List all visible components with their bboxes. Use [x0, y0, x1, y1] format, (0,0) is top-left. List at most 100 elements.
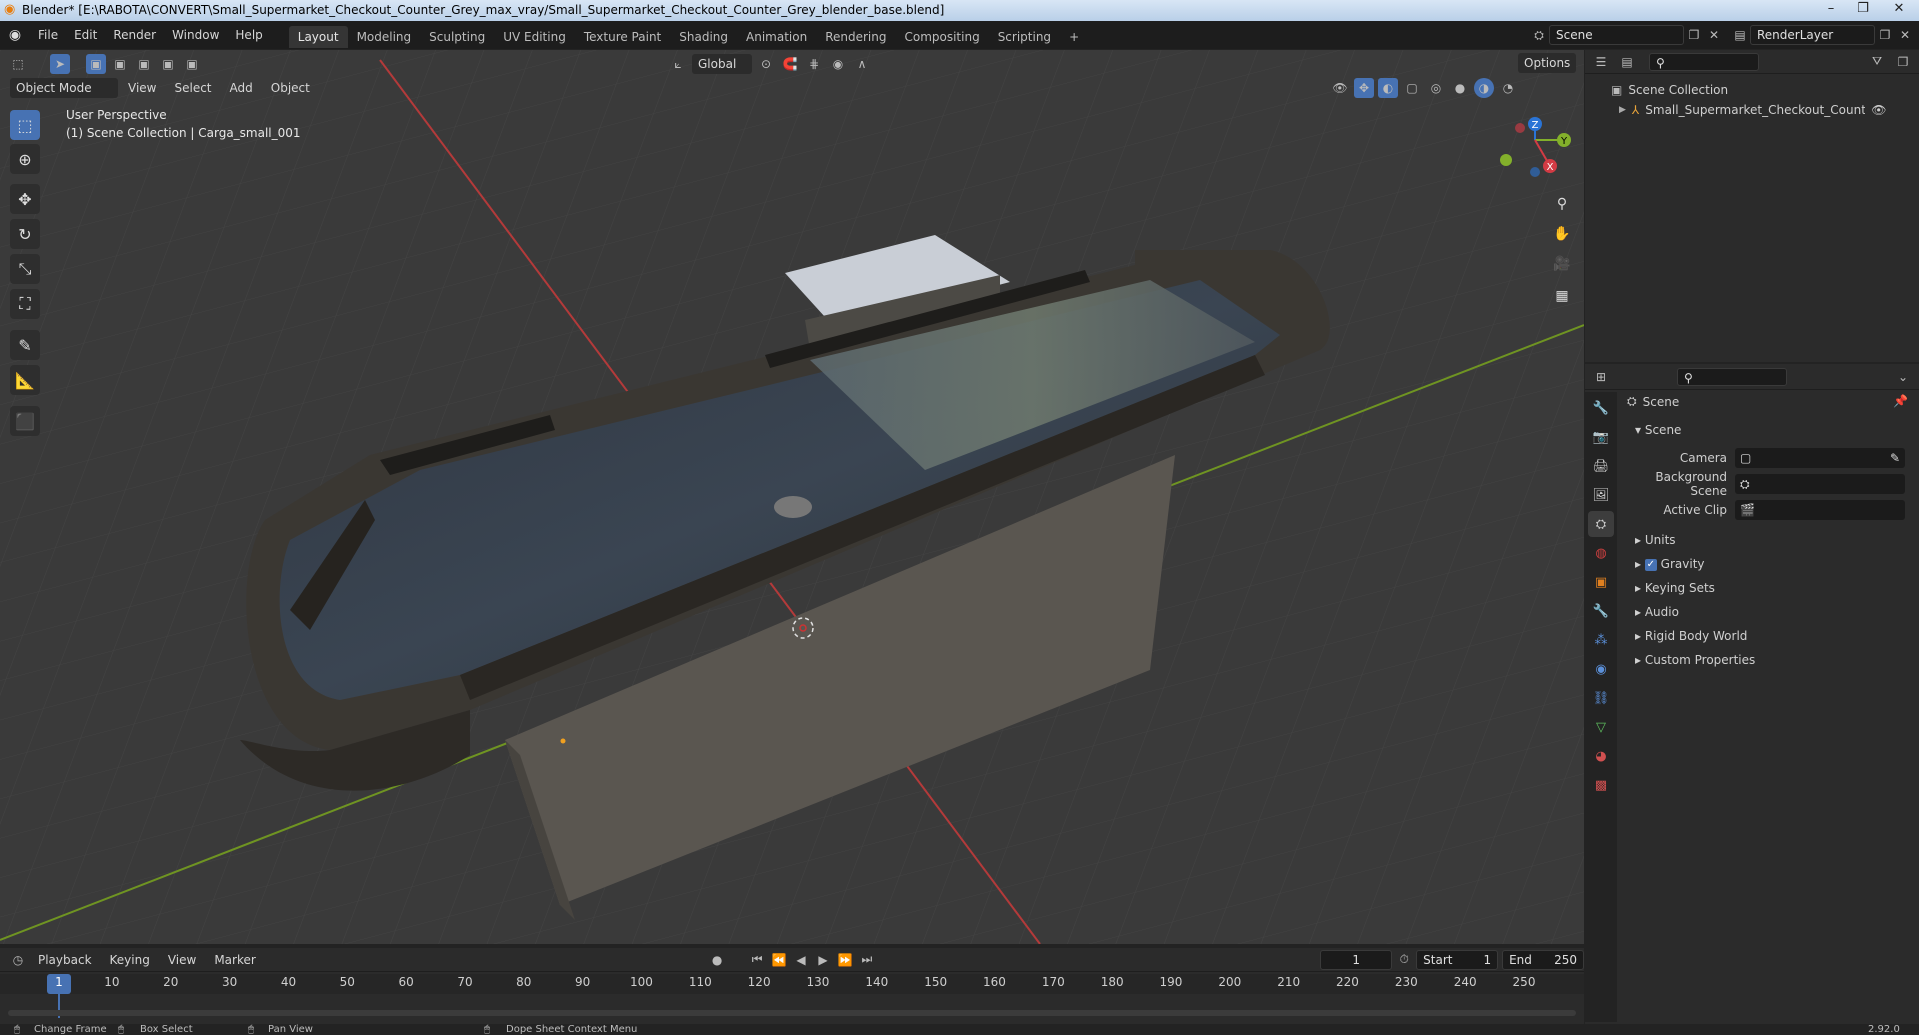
- properties-search-input[interactable]: ⚲: [1677, 367, 1787, 386]
- expand-arrow-icon[interactable]: ▶: [1619, 105, 1626, 115]
- render-layer-field[interactable]: RenderLayer: [1750, 25, 1875, 45]
- timeline-editor-icon[interactable]: ◷: [8, 950, 28, 970]
- scene-name-field[interactable]: Scene: [1549, 25, 1684, 45]
- tool-cursor[interactable]: ⊕: [10, 144, 40, 174]
- background-scene-field[interactable]: ⛭: [1735, 474, 1905, 494]
- tab-layout[interactable]: Layout: [288, 25, 348, 48]
- new-collection-icon[interactable]: ❐: [1893, 52, 1913, 72]
- gizmo-toggle-icon[interactable]: ✥: [1354, 78, 1374, 98]
- menu-file[interactable]: File: [30, 21, 66, 49]
- material-tab-icon[interactable]: ◕: [1588, 743, 1614, 769]
- proportional-edit-icon[interactable]: ◉: [828, 54, 848, 74]
- tab-scripting[interactable]: Scripting: [989, 26, 1060, 48]
- next-keyframe-icon[interactable]: ⏩: [835, 950, 855, 970]
- 3d-viewport[interactable]: [0, 50, 1584, 944]
- world-tab-icon[interactable]: ◍: [1588, 540, 1614, 566]
- gravity-checkbox[interactable]: ✓: [1644, 558, 1657, 571]
- close-button[interactable]: ✕: [1880, 0, 1918, 20]
- constraints-tab-icon[interactable]: ⛓: [1588, 685, 1614, 711]
- outliner-root[interactable]: Scene Collection: [1628, 83, 1728, 97]
- visibility-icon[interactable]: 👁: [1330, 78, 1350, 98]
- jump-end-icon[interactable]: ⏭: [857, 950, 877, 970]
- tool-scale[interactable]: ⤡: [10, 254, 40, 284]
- menu-help[interactable]: Help: [227, 21, 270, 49]
- panel-options-icon[interactable]: ⌄: [1893, 367, 1913, 387]
- section-keying-sets[interactable]: ▸ Keying Sets: [1625, 576, 1915, 600]
- zoom-icon[interactable]: ⚲: [1550, 192, 1574, 216]
- display-mode-icon[interactable]: ▤: [1617, 52, 1637, 72]
- navigation-gizmo[interactable]: Z Y X: [1492, 112, 1578, 188]
- menu-select[interactable]: Select: [166, 77, 219, 99]
- material-shading-icon[interactable]: ◑: [1474, 78, 1494, 98]
- output-tab-icon[interactable]: 🖨: [1588, 453, 1614, 479]
- minimize-button[interactable]: –: [1816, 0, 1846, 20]
- properties-editor-icon[interactable]: ⊞: [1591, 367, 1611, 387]
- scene-selector-icon[interactable]: ⛭: [1529, 25, 1549, 45]
- physics-tab-icon[interactable]: ◉: [1588, 656, 1614, 682]
- select-tool-icon[interactable]: ➤: [50, 54, 70, 74]
- blender-menu-icon[interactable]: ◉: [0, 27, 30, 43]
- render-tab-icon[interactable]: 📷: [1588, 424, 1614, 450]
- new-layer-icon[interactable]: ❐: [1875, 25, 1895, 45]
- tab-rendering[interactable]: Rendering: [816, 26, 895, 48]
- falloff-icon[interactable]: ∧: [852, 54, 872, 74]
- menu-timeline-view[interactable]: View: [160, 948, 204, 972]
- delete-layer-icon[interactable]: ✕: [1895, 25, 1915, 45]
- section-custom-properties[interactable]: ▸ Custom Properties: [1625, 648, 1915, 672]
- current-frame-field[interactable]: 1: [1320, 949, 1393, 970]
- tab-compositing[interactable]: Compositing: [895, 26, 988, 48]
- tool-move[interactable]: ✥: [10, 184, 40, 214]
- tool-tab-icon[interactable]: 🔧: [1588, 395, 1614, 421]
- start-frame-field[interactable]: Start 1: [1416, 949, 1499, 970]
- outliner-item[interactable]: Small_Supermarket_Checkout_Counter_Grey: [1645, 103, 1865, 117]
- outliner-editor-icon[interactable]: ☰: [1591, 52, 1611, 72]
- menu-marker[interactable]: Marker: [206, 948, 263, 972]
- snap-increment-icon[interactable]: ⋕: [804, 54, 824, 74]
- maximize-button[interactable]: ❐: [1848, 0, 1878, 20]
- xray-icon[interactable]: ▢: [1402, 78, 1422, 98]
- texture-tab-icon[interactable]: ▩: [1588, 772, 1614, 798]
- record-icon[interactable]: ●: [707, 950, 727, 970]
- tool-select-box[interactable]: ⬚: [10, 110, 40, 140]
- render-layer-icon[interactable]: ▤: [1730, 25, 1750, 45]
- jump-start-icon[interactable]: ⏮: [747, 950, 767, 970]
- tool-transform[interactable]: ⛶: [10, 289, 40, 319]
- tab-texture-paint[interactable]: Texture Paint: [575, 26, 670, 48]
- mode-invert-icon[interactable]: ▣: [158, 54, 178, 74]
- active-clip-field[interactable]: 🎬: [1735, 500, 1905, 520]
- menu-playback[interactable]: Playback: [30, 948, 100, 972]
- wireframe-shading-icon[interactable]: ◎: [1426, 78, 1446, 98]
- timeline-scrollbar[interactable]: [8, 1010, 1576, 1016]
- end-frame-field[interactable]: End 250: [1502, 949, 1584, 970]
- outliner-search-input[interactable]: ⚲: [1649, 52, 1759, 71]
- play-icon[interactable]: ▶: [813, 950, 833, 970]
- pivot-icon[interactable]: ⊙: [756, 54, 776, 74]
- scene-panel-header[interactable]: ▾ Scene: [1625, 418, 1915, 442]
- view-layer-tab-icon[interactable]: 🖼: [1588, 482, 1614, 508]
- modifier-tab-icon[interactable]: 🔧: [1588, 598, 1614, 624]
- menu-add[interactable]: Add: [222, 77, 261, 99]
- menu-object[interactable]: Object: [263, 77, 318, 99]
- mode-subtract-icon[interactable]: ▣: [134, 54, 154, 74]
- snap-icon[interactable]: 🧲: [780, 54, 800, 74]
- section-rigid-body-world[interactable]: ▸ Rigid Body World: [1625, 624, 1915, 648]
- menu-edit[interactable]: Edit: [66, 21, 105, 49]
- mode-intersect-icon[interactable]: ▣: [182, 54, 202, 74]
- delete-scene-icon[interactable]: ✕: [1704, 25, 1724, 45]
- filter-icon[interactable]: ⛛: [1867, 52, 1887, 72]
- menu-render[interactable]: Render: [105, 21, 164, 49]
- rendered-shading-icon[interactable]: ◔: [1498, 78, 1518, 98]
- eye-visibility-icon[interactable]: 👁: [1871, 103, 1886, 117]
- options-dropdown[interactable]: Options: [1518, 53, 1577, 73]
- tab-animation[interactable]: Animation: [737, 26, 816, 48]
- tab-modeling[interactable]: Modeling: [348, 26, 421, 48]
- section-audio[interactable]: ▸ Audio: [1625, 600, 1915, 624]
- play-reverse-icon[interactable]: ◀: [791, 950, 811, 970]
- tab-shading[interactable]: Shading: [670, 26, 737, 48]
- tab-sculpting[interactable]: Sculpting: [420, 26, 494, 48]
- overlay-toggle-icon[interactable]: ◐: [1378, 78, 1398, 98]
- mode-extend-icon[interactable]: ▣: [110, 54, 130, 74]
- camera-field[interactable]: ▢ ✎: [1735, 448, 1905, 468]
- object-tab-icon[interactable]: ▣: [1588, 569, 1614, 595]
- object-mode-dropdown[interactable]: Object Mode: [10, 78, 118, 98]
